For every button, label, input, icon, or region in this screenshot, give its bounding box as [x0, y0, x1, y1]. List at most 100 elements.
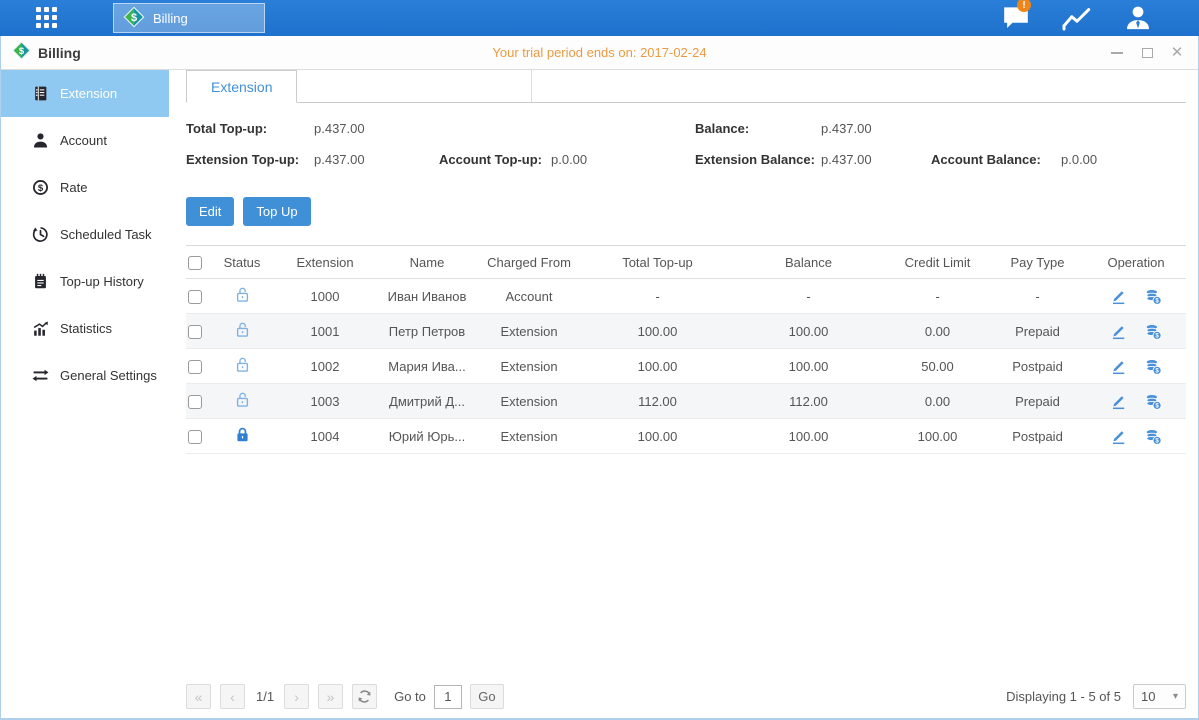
charged-from-cell: Extension	[474, 394, 584, 409]
sidebar-item-label: Top-up History	[60, 274, 144, 289]
maximize-icon[interactable]	[1140, 46, 1154, 60]
extension-balance-value: p.437.00	[821, 152, 872, 167]
sidebar-item-label: Rate	[60, 180, 87, 195]
column-header: Balance	[731, 255, 886, 270]
sidebar-item-label: Account	[60, 133, 107, 148]
pay-type-cell: Prepaid	[989, 324, 1086, 339]
topup-button[interactable]: Top Up	[243, 197, 310, 226]
minimize-icon[interactable]	[1110, 46, 1124, 60]
charged-from-cell: Extension	[474, 324, 584, 339]
select-all-checkbox[interactable]	[188, 256, 202, 270]
column-header: Credit Limit	[886, 255, 989, 270]
balance-cell: -	[731, 289, 886, 304]
balance-cell: 100.00	[731, 359, 886, 374]
last-page-button[interactable]: »	[318, 684, 343, 709]
edit-button[interactable]: Edit	[186, 197, 234, 226]
charged-from-cell: Extension	[474, 429, 584, 444]
table-row: 1004Юрий Юрь...Extension100.00100.00100.…	[186, 419, 1186, 454]
go-button[interactable]: Go	[470, 684, 504, 709]
pay-type-cell: -	[989, 289, 1086, 304]
extension-cell: 1004	[270, 429, 380, 444]
table-row: 1000Иван ИвановAccount----$	[186, 279, 1186, 314]
row-checkbox[interactable]	[188, 290, 202, 304]
total-topup-cell: 100.00	[584, 324, 731, 339]
extension-topup-label: Extension Top-up:	[186, 152, 299, 167]
extension-cell: 1002	[270, 359, 380, 374]
close-icon[interactable]: ✕	[1170, 46, 1184, 60]
user-account-icon[interactable]	[1121, 5, 1155, 31]
pay-type-cell: Postpaid	[989, 429, 1086, 444]
credit-limit-cell: 50.00	[886, 359, 989, 374]
sidebar-item-extension[interactable]: Extension	[1, 70, 169, 117]
row-checkbox[interactable]	[188, 395, 202, 409]
goto-label: Go to	[394, 689, 426, 704]
sidebar-item-rate[interactable]: $ Rate	[1, 164, 169, 211]
total-topup-cell: -	[584, 289, 731, 304]
column-header: Status	[214, 255, 270, 270]
account-balance-label: Account Balance:	[931, 152, 1041, 167]
page-indicator: 1/1	[256, 689, 274, 704]
pay-type-cell: Prepaid	[989, 394, 1086, 409]
edit-icon[interactable]	[1110, 393, 1127, 410]
rate-dollar-icon: $	[32, 179, 49, 196]
account-topup-label: Account Top-up:	[439, 152, 542, 167]
sidebar-item-top-up-history[interactable]: Top-up History	[1, 258, 169, 305]
account-topup-value: p.0.00	[551, 152, 587, 167]
row-checkbox[interactable]	[188, 430, 202, 444]
total-topup-cell: 100.00	[584, 429, 731, 444]
first-page-button[interactable]: «	[186, 684, 211, 709]
credit-limit-cell: 100.00	[886, 429, 989, 444]
row-checkbox[interactable]	[188, 325, 202, 339]
taskbar-billing-app[interactable]: $ Billing	[113, 3, 265, 33]
extension-balance-label: Extension Balance:	[695, 152, 815, 167]
sidebar: Extension Account $ Rate Scheduled Task Top-u…	[1, 70, 169, 718]
charged-from-cell: Account	[474, 289, 584, 304]
extension-cell: 1003	[270, 394, 380, 409]
row-checkbox[interactable]	[188, 360, 202, 374]
refresh-icon[interactable]	[352, 684, 377, 709]
prev-page-button[interactable]: ‹	[220, 684, 245, 709]
extension-cell: 1001	[270, 324, 380, 339]
pagination-bar: « ‹ 1/1 › » Go to Go Displaying 1	[186, 683, 1186, 710]
statistics-chart-icon[interactable]	[1060, 5, 1094, 31]
messages-icon[interactable]: !	[999, 5, 1033, 31]
chevron-down-icon: ▾	[1173, 691, 1178, 702]
column-header: Name	[380, 255, 474, 270]
total-topup-label: Total Top-up:	[186, 121, 267, 136]
total-topup-cell: 100.00	[584, 359, 731, 374]
status-unlocked-icon[interactable]	[234, 356, 251, 373]
topup-coins-icon[interactable]: $	[1145, 288, 1162, 305]
billing-app-icon: $	[123, 6, 145, 31]
status-unlocked-icon[interactable]	[234, 286, 251, 303]
page-size-select[interactable]: 10 ▾	[1133, 684, 1186, 709]
goto-page-input[interactable]	[434, 685, 462, 709]
topup-coins-icon[interactable]: $	[1145, 358, 1162, 375]
credit-limit-cell: 0.00	[886, 324, 989, 339]
tab-extension[interactable]: Extension	[186, 70, 297, 103]
next-page-button[interactable]: ›	[284, 684, 309, 709]
sidebar-item-statistics[interactable]: Statistics	[1, 305, 169, 352]
scheduled-task-clock-icon	[32, 226, 49, 243]
name-cell: Иван Иванов	[380, 289, 474, 304]
topup-coins-icon[interactable]: $	[1145, 428, 1162, 445]
edit-icon[interactable]	[1110, 288, 1127, 305]
window-titlebar: $ Billing Your trial period ends on: 201…	[1, 36, 1198, 70]
sidebar-item-general-settings[interactable]: General Settings	[1, 352, 169, 399]
edit-icon[interactable]	[1110, 323, 1127, 340]
sidebar-item-label: Statistics	[60, 321, 112, 336]
general-settings-arrows-icon	[32, 367, 49, 384]
apps-grid-icon[interactable]	[36, 7, 58, 29]
status-unlocked-icon[interactable]	[234, 391, 251, 408]
edit-icon[interactable]	[1110, 358, 1127, 375]
svg-text:$: $	[1155, 297, 1159, 304]
status-unlocked-icon[interactable]	[234, 321, 251, 338]
topup-coins-icon[interactable]: $	[1145, 323, 1162, 340]
table-row: 1001Петр ПетровExtension100.00100.000.00…	[186, 314, 1186, 349]
sidebar-item-scheduled-task[interactable]: Scheduled Task	[1, 211, 169, 258]
extension-journal-icon	[32, 85, 49, 102]
edit-icon[interactable]	[1110, 428, 1127, 445]
sidebar-item-account[interactable]: Account	[1, 117, 169, 164]
tab-strip-divider	[297, 70, 532, 102]
topup-coins-icon[interactable]: $	[1145, 393, 1162, 410]
status-locked-icon[interactable]	[234, 426, 251, 443]
